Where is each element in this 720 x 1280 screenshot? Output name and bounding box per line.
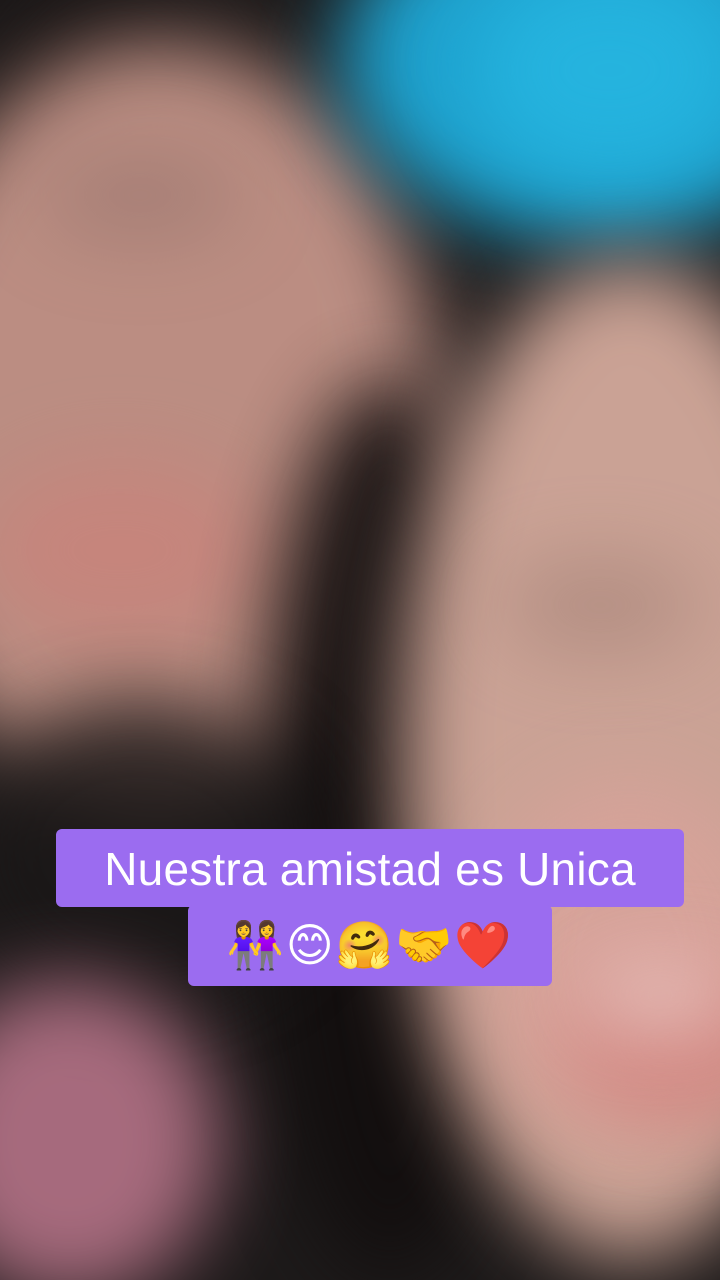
caption-emoji-line: 👭😊🤗🤝❤️ [188,905,552,986]
caption-text-line: Nuestra amistad es Unica [56,829,684,907]
video-frame: Nuestra amistad es Unica 👭😊🤗🤝❤️ [0,0,720,1280]
blurred-background-photo [0,0,720,1280]
